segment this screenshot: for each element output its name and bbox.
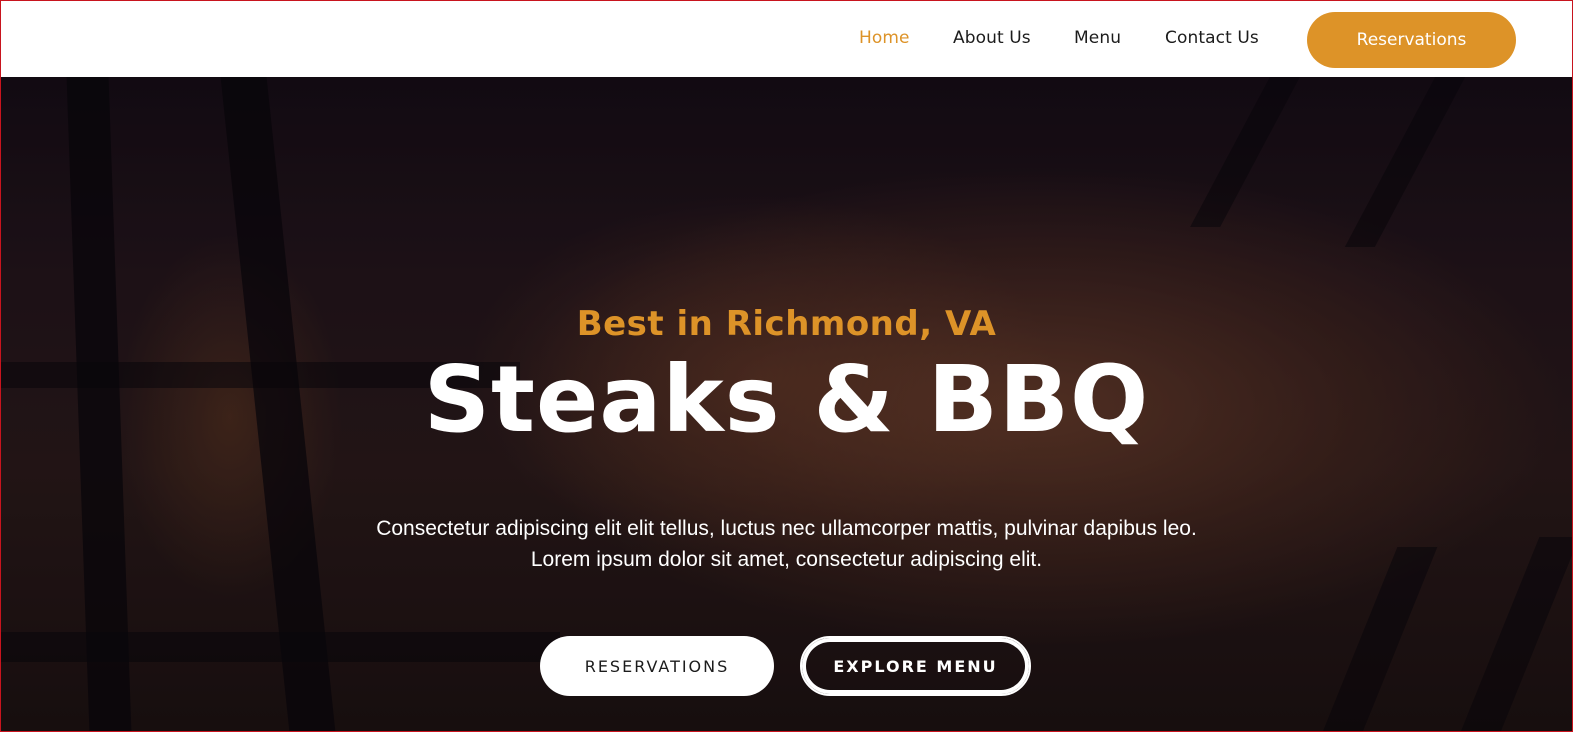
explore-menu-button[interactable]: EXPLORE MENU — [800, 636, 1031, 696]
nav-home[interactable]: Home — [859, 28, 910, 48]
site-header: Home About Us Menu Contact Us Reservatio… — [0, 0, 1573, 77]
hero-description-line: Consectetur adipiscing elit elit tellus,… — [376, 517, 1197, 540]
nav-contact-us[interactable]: Contact Us — [1165, 28, 1259, 48]
hero-content: Best in Richmond, VA Steaks & BBQ Consec… — [0, 77, 1573, 732]
reservations-nav-button[interactable]: Reservations — [1307, 12, 1516, 68]
hero-title: Steaks & BBQ — [423, 346, 1150, 453]
nav-about-us[interactable]: About Us — [953, 28, 1031, 48]
hero-description: Consectetur adipiscing elit elit tellus,… — [0, 513, 1573, 575]
nav-menu[interactable]: Menu — [1074, 28, 1121, 48]
hero-eyebrow: Best in Richmond, VA — [576, 304, 997, 344]
reservations-button[interactable]: RESERVATIONS — [540, 636, 774, 696]
hero-section: Best in Richmond, VA Steaks & BBQ Consec… — [0, 77, 1573, 732]
hero-description-line: Lorem ipsum dolor sit amet, consectetur … — [530, 548, 1043, 571]
